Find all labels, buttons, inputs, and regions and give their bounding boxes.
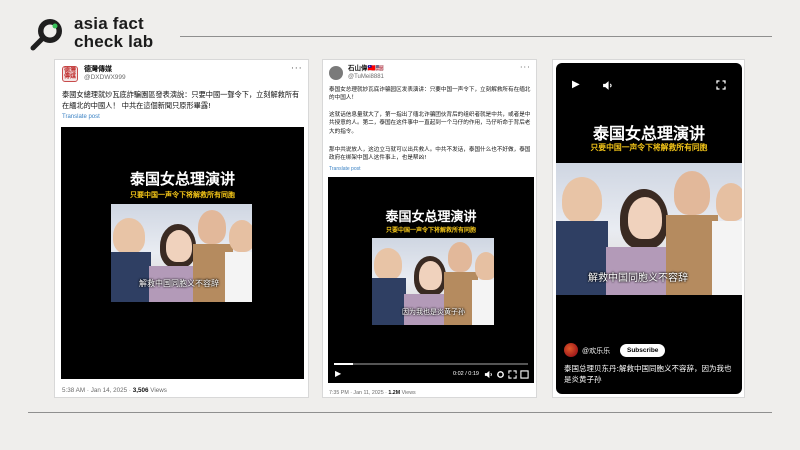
- shirt-far-right: [472, 280, 494, 325]
- video-title: 泰国女总理演讲: [385, 210, 477, 225]
- channel-avatar[interactable]: [564, 343, 578, 357]
- translate-link[interactable]: Translate post: [329, 166, 361, 172]
- video-frame: 解救中国同胞义不容辞: [111, 204, 252, 302]
- avatar[interactable]: 德灣 傳媒: [62, 66, 78, 82]
- post-header: 石山偉🇹🇼🇺🇸 @TuMei8881: [329, 65, 384, 81]
- person-left: [374, 248, 402, 280]
- suit-left: [111, 252, 151, 302]
- brand-line-1: asia fact: [74, 14, 144, 33]
- video-progress-bar[interactable]: [334, 363, 528, 365]
- post-card-1: 德灣 傳媒 德灣傳媒 @DXDWX999 ··· 泰國女總理就炒瓦底詐騙園區發表演…: [54, 59, 309, 398]
- fullscreen-icon[interactable]: [716, 80, 726, 90]
- play-icon[interactable]: ▶: [572, 79, 580, 90]
- video-card-3: ▶ 泰国女总理演讲 只要中国一声令下将解救所有同胞 解救中国同胞义不容辞 @欢乐…: [552, 59, 745, 398]
- post-card-2: 石山偉🇹🇼🇺🇸 @TuMei8881 ··· 泰国女总理就妙瓦底诈骗园区发表演讲…: [322, 59, 537, 398]
- volume-icon[interactable]: [602, 80, 613, 91]
- short-title[interactable]: 泰国总理贝东丹:解救中国同胞义不容辞，因为我也是炎黄子孙: [564, 363, 736, 385]
- page: asia fact check lab 德灣 傳媒 德灣傳媒 @DXDWX999 …: [0, 0, 800, 450]
- expand-icon[interactable]: [508, 370, 517, 379]
- video-frame: 因为我也是炎黄子孙: [372, 238, 494, 325]
- post-text-2: 这就话信息量就大了，第一指出了缅北诈骗团伙背后的组织者就是中共，或者是中共授意的…: [329, 112, 531, 135]
- person-right: [448, 242, 472, 272]
- shirt-far-right: [225, 252, 252, 302]
- person-far-right: [229, 220, 252, 252]
- brand-line-2: check lab: [74, 32, 154, 51]
- footer-divider: [28, 412, 772, 413]
- views-label: Views: [148, 387, 167, 394]
- play-icon[interactable]: ▶: [335, 369, 341, 378]
- person-right: [198, 210, 226, 244]
- person-center: [419, 261, 442, 290]
- video-time: 0:02 / 0:19: [453, 371, 479, 377]
- user-handle[interactable]: @TuMei8881: [348, 73, 384, 81]
- person-right: [674, 171, 710, 215]
- channel-name[interactable]: @欢乐乐: [582, 346, 610, 356]
- post-meta: 7:35 PM · Jan 11, 2025 · 1.2M Views: [329, 390, 416, 396]
- post-meta: 5:38 AM · Jan 14, 2025 · 3,506 Views: [62, 387, 167, 394]
- views-count: 1.2M: [388, 390, 401, 396]
- post-header: 德灣 傳媒 德灣傳媒 @DXDWX999: [62, 66, 126, 82]
- username[interactable]: 石山偉🇹🇼🇺🇸: [348, 65, 384, 73]
- video-subtitle: 只要中国一声令下将解救所有同胞: [590, 143, 708, 152]
- person-center: [166, 230, 192, 262]
- post-timestamp[interactable]: 5:38 AM · Jan 14, 2025 ·: [62, 387, 133, 394]
- views-label: Views: [400, 390, 416, 396]
- video-title: 泰国女总理演讲: [592, 124, 705, 143]
- video-player[interactable]: 泰国女总理演讲 只要中国一声令下将解救所有同胞 因为我也是炎黄子孙 ▶ 0:02…: [328, 177, 534, 383]
- post-timestamp[interactable]: 7:35 PM · Jan 11, 2025 ·: [329, 390, 388, 396]
- fullscreen-icon[interactable]: [520, 370, 529, 379]
- person-center: [628, 197, 662, 239]
- avatar[interactable]: [329, 66, 343, 80]
- shirt-far-right: [712, 221, 742, 295]
- video-title: 泰国女总理演讲: [129, 170, 235, 188]
- video-subtitle: 只要中国一声令下将解救所有同胞: [130, 191, 235, 199]
- suit-left: [372, 278, 406, 325]
- video-frame: 解救中国同胞义不容辞: [556, 163, 742, 295]
- person-left: [113, 218, 145, 254]
- user-handle[interactable]: @DXDWX999: [84, 74, 126, 82]
- translate-link[interactable]: Translate post: [62, 114, 100, 120]
- person-far-right: [716, 183, 742, 221]
- header-divider: [180, 36, 772, 37]
- post-text-1: 泰国女总理就妙瓦底诈骗园区发表演讲：只要中国一声令下，立刻解救所有在缅北的中国人…: [329, 87, 531, 102]
- video-caption: 解救中国同胞义不容辞: [139, 279, 219, 288]
- video-subtitle: 只要中国一声令下将解救所有同胞: [385, 227, 476, 234]
- volume-icon[interactable]: [484, 370, 493, 379]
- video-caption: 因为我也是炎黄子孙: [402, 308, 465, 316]
- video-player[interactable]: 泰国女总理演讲 只要中国一声令下将解救所有同胞 解救中国同胞义不容辞: [61, 127, 304, 379]
- more-options-icon[interactable]: ···: [520, 63, 531, 72]
- more-options-icon[interactable]: ···: [291, 64, 303, 74]
- video-caption: 解救中国同胞义不容辞: [588, 273, 688, 284]
- post-text-3: 那中共说放人，这边立马就可以出兵救人。中共不发话，泰国什么也不好做，泰国政府在绑…: [329, 147, 531, 162]
- brand-name: asia fact check lab: [74, 15, 153, 51]
- video-progress-fill: [334, 363, 354, 365]
- username[interactable]: 德灣傳媒: [84, 66, 126, 74]
- views-count: 3,506: [132, 387, 149, 394]
- short-video-player[interactable]: ▶ 泰国女总理演讲 只要中国一声令下将解救所有同胞 解救中国同胞义不容辞 @欢乐…: [556, 63, 742, 394]
- settings-icon[interactable]: [496, 370, 505, 379]
- post-text: 泰國女總理就炒瓦底詐騙園區發表演說：只要中國一聲令下，立刻解救所有在緬北的中國人…: [62, 90, 300, 110]
- subscribe-button[interactable]: Subscribe: [620, 344, 666, 357]
- magnifier-logo-icon: [30, 19, 62, 51]
- person-far-right: [475, 252, 494, 280]
- person-left: [562, 177, 602, 223]
